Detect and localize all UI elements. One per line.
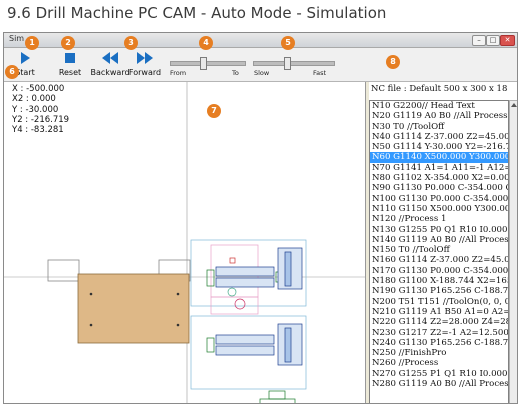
nc-line[interactable]: N150 T0 //ToolOff bbox=[370, 245, 508, 255]
nc-line[interactable]: N160 G1114 Z-37.000 Z2=45.000 bbox=[370, 255, 508, 265]
nc-line[interactable]: N100 G1130 P0.000 C-354.000 C bbox=[370, 194, 508, 204]
forward-label: Forward bbox=[128, 68, 162, 77]
nc-line[interactable]: N120 //Process 1 bbox=[370, 214, 508, 224]
nc-line[interactable]: N170 G1130 P0.000 C-354.000 C bbox=[370, 266, 508, 276]
title-bar: Sim – □ ✕ bbox=[4, 33, 517, 48]
callout-1: 1 bbox=[25, 36, 39, 50]
nc-line[interactable]: N190 G1130 P165.256 C-188.74 bbox=[370, 286, 508, 296]
nc-file-title: NC file : Default 500 x 300 x 18 bbox=[371, 84, 508, 94]
y2-readout: Y2 : -216.719 bbox=[12, 114, 70, 125]
nc-code-panel: NC file : Default 500 x 300 x 18 N10 G22… bbox=[369, 82, 517, 403]
nc-line[interactable]: N240 G1130 P165.256 C-188.74 bbox=[370, 338, 508, 348]
x-readout: X : -500.000 bbox=[12, 84, 65, 94]
nc-line[interactable]: N90 G1130 P0.000 C-354.000 C bbox=[370, 183, 508, 193]
y4-readout: Y4 : -83.281 bbox=[12, 125, 64, 136]
backward-label: Backward bbox=[90, 68, 130, 77]
slider-to-label: To bbox=[232, 69, 239, 77]
nc-line[interactable]: N40 G1114 Z-37.000 Z2=45.000 bbox=[370, 132, 508, 142]
slider-from-label: From bbox=[170, 69, 187, 77]
drill-hole bbox=[89, 323, 93, 327]
slider-fast-label: Fast bbox=[313, 69, 327, 77]
nc-line[interactable]: N230 G1217 Z2=-1 A2=12.500 A bbox=[370, 328, 508, 338]
backward-button[interactable]: Backward bbox=[90, 50, 130, 77]
nc-line[interactable]: N260 //Process bbox=[370, 358, 508, 368]
nc-line[interactable]: N140 G1119 A0 B0 //All Process D bbox=[370, 235, 508, 245]
drill-head-assembly bbox=[190, 239, 307, 403]
close-button[interactable]: ✕ bbox=[500, 35, 515, 46]
slider-slow-label: Slow bbox=[254, 69, 270, 77]
toolbar: Start Reset Backward Forward From To Slo… bbox=[4, 48, 517, 82]
drill-hole bbox=[176, 323, 180, 327]
position-slider-thumb[interactable] bbox=[200, 57, 207, 70]
nc-line[interactable]: N10 G2200// Head Text bbox=[370, 101, 508, 111]
maximize-button[interactable]: □ bbox=[486, 35, 500, 46]
callout-4: 4 bbox=[199, 36, 213, 50]
callout-5: 5 bbox=[281, 36, 295, 50]
minimize-button[interactable]: – bbox=[472, 35, 486, 46]
drill-hole bbox=[89, 292, 93, 296]
fast-forward-icon bbox=[137, 52, 153, 64]
nc-line[interactable]: N210 G1119 A1 B50 A1=0 A2=0 bbox=[370, 307, 508, 317]
x2-readout: X2 : 0.000 bbox=[12, 94, 56, 105]
stop-icon bbox=[65, 53, 75, 63]
speed-slider-thumb[interactable] bbox=[284, 57, 291, 70]
y-readout: Y : -30.000 bbox=[12, 104, 59, 115]
window-title: Sim bbox=[9, 34, 25, 43]
nc-code-list[interactable]: N10 G2200// Head Text N20 G1119 A0 B0 //A… bbox=[369, 100, 509, 403]
nc-line[interactable]: N200 T51 T151 //ToolOn(0, 0, 0 bbox=[370, 297, 508, 307]
nc-line[interactable]: N270 G1255 P1 Q1 R10 I0.000 J bbox=[370, 369, 508, 379]
nc-line[interactable]: N220 G1114 Z2=28.000 Z4=28.0 bbox=[370, 317, 508, 327]
nc-line[interactable]: N60 G1140 X500.000 Y300.000 bbox=[370, 152, 508, 163]
workpiece-board bbox=[77, 273, 190, 344]
speed-slider[interactable] bbox=[253, 57, 335, 70]
position-slider[interactable] bbox=[170, 57, 246, 70]
nc-line[interactable]: N70 G1141 A1=1 A11=-1 A12=0 bbox=[370, 163, 508, 173]
forward-button[interactable]: Forward bbox=[128, 50, 162, 77]
scroll-up-icon[interactable] bbox=[510, 103, 517, 107]
nc-line[interactable]: N250 //FinishPro bbox=[370, 348, 508, 358]
coordinate-readout: X : -500.000 X2 : 0.000 Y : -30.000 Y2 :… bbox=[12, 84, 69, 135]
callout-2: 2 bbox=[61, 36, 75, 50]
nc-line[interactable]: N110 G1150 X500.000 Y300.000 bbox=[370, 204, 508, 214]
reset-button[interactable]: Reset bbox=[53, 50, 87, 77]
nc-line[interactable]: N280 G1119 A0 B0 //All Process D bbox=[370, 379, 508, 389]
reset-label: Reset bbox=[58, 68, 82, 77]
drill-hole bbox=[176, 292, 180, 296]
rewind-icon bbox=[102, 52, 118, 64]
nc-line[interactable]: N80 G1102 X-354.000 X2=0.000 bbox=[370, 173, 508, 183]
callout-3: 3 bbox=[124, 36, 138, 50]
simulation-canvas[interactable]: X : -500.000 X2 : 0.000 Y : -30.000 Y2 :… bbox=[4, 82, 366, 403]
nc-line[interactable]: N30 T0 //ToolOff bbox=[370, 122, 508, 132]
callout-7: 7 bbox=[207, 104, 221, 118]
simulation-window: Sim – □ ✕ Start Reset Backward Forward F… bbox=[3, 32, 518, 404]
callout-6: 6 bbox=[5, 65, 19, 79]
callout-8: 8 bbox=[386, 55, 400, 69]
nc-line[interactable]: N20 G1119 A0 B0 //All Process De bbox=[370, 111, 508, 121]
left-clamp bbox=[47, 259, 80, 282]
nc-line[interactable]: N50 G1114 Y-30.000 Y2=-216.71 bbox=[370, 142, 508, 152]
play-icon bbox=[21, 52, 30, 64]
nc-line[interactable]: N130 G1255 P0 Q1 R10 I0.000 J bbox=[370, 225, 508, 235]
nc-scrollbar[interactable] bbox=[509, 100, 517, 403]
page-heading: 9.6 Drill Machine PC CAM - Auto Mode - S… bbox=[7, 4, 387, 22]
nc-line[interactable]: N180 G1100 X-188.744 X2=165 bbox=[370, 276, 508, 286]
